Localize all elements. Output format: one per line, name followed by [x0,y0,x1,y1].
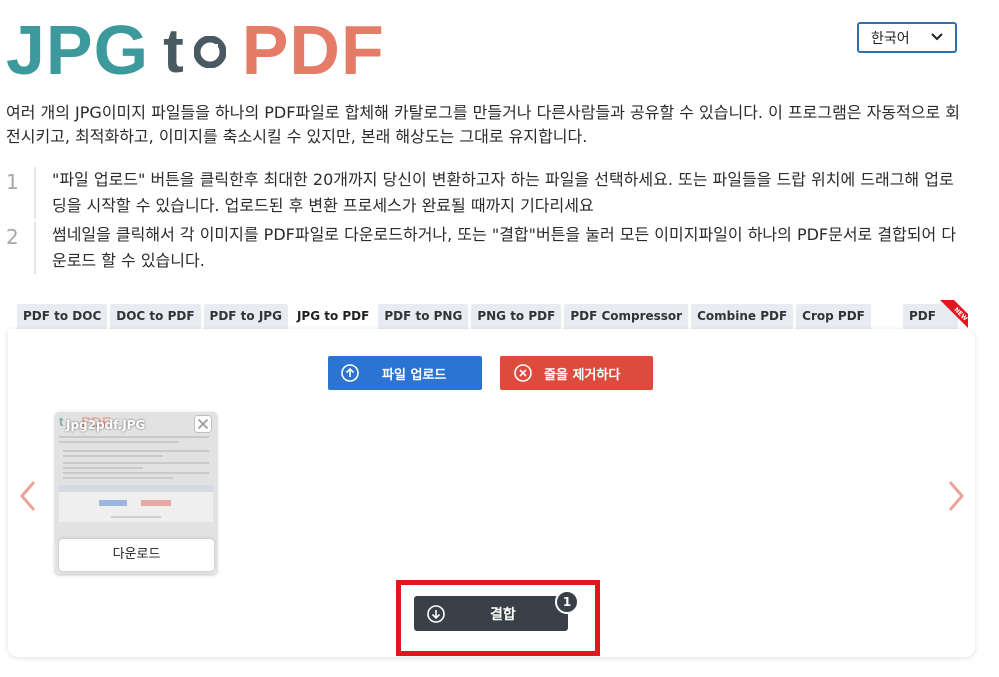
tab-doc-to-pdf[interactable]: DOC to PDF [110,304,201,329]
logo-jpg-text: JPG [6,11,150,89]
arrow-up-circle-icon [341,364,359,382]
tab-pdf-compressor[interactable]: PDF Compressor [564,304,689,329]
x-circle-icon [514,364,532,382]
file-count-badge: 1 [555,590,579,614]
language-select[interactable]: 한국어 [857,22,957,53]
clear-queue-button[interactable]: 줄을 제거하다 [500,356,653,390]
new-ribbon-badge: NEW [940,300,968,328]
step-number: 2 [6,222,36,274]
tab-crop-pdf[interactable]: Crop PDF [796,304,871,329]
chevron-down-icon [931,33,943,41]
tab-pdf-to-png[interactable]: PDF to PNG [378,304,469,329]
site-logo[interactable]: JPG t PDF [6,11,385,89]
clear-queue-button-label: 줄을 제거하다 [544,367,621,383]
thumbnail-filename: Jpg2pdf.JPG [66,418,146,432]
step-text: 썸네일을 클릭해서 각 이미지를 PDF파일로 다운로드하거나, 또는 "결합"… [51,225,957,270]
step-1: 1 "파일 업로드" 버튼을 클릭한후 최대한 20개까지 당신이 변환하고자 … [6,167,966,219]
logo-t-letter: t [163,17,184,86]
svg-text:t: t [59,414,64,429]
combine-button[interactable]: 결합 [414,596,568,631]
close-icon[interactable] [194,415,212,433]
language-selected-value: 한국어 [871,30,910,47]
logo-pdf-text: PDF [241,11,385,89]
thumbnail-download-button[interactable]: 다운로드 [59,539,214,571]
chevron-left-icon[interactable] [16,478,40,514]
tab-combine-pdf[interactable]: Combine PDF [691,304,794,329]
combine-button-label: 결합 [490,606,516,623]
tab-jpg-to-pdf[interactable]: JPG to PDF [290,304,376,329]
step-number: 1 [6,167,36,219]
chevron-right-icon[interactable] [944,478,968,514]
upload-button-label: 파일 업로드 [382,367,447,383]
tab-png-to-pdf[interactable]: PNG to PDF [471,304,562,329]
tab-pdf-to-jpg[interactable]: PDF to JPG [203,304,288,329]
upload-button[interactable]: 파일 업로드 [328,356,482,390]
logo-to-text: t [163,21,227,83]
tool-tabs: PDF to DOC DOC to PDF PDF to JPG JPG to … [17,304,871,329]
step-2: 2 썸네일을 클릭해서 각 이미지를 PDF파일로 다운로드하거나, 또는 "결… [6,222,966,274]
tab-pdf-to-doc[interactable]: PDF to DOC [17,304,108,329]
step-text: "파일 업로드" 버튼을 클릭한후 최대한 20개까지 당신이 변환하고자 하는… [51,170,954,215]
logo-arrow-icon [194,36,227,68]
intro-text: 여러 개의 JPG이미지 파일들을 하나의 PDF파일로 합체해 카탈로그를 만… [6,103,961,146]
arrow-down-circle-icon [427,604,445,623]
